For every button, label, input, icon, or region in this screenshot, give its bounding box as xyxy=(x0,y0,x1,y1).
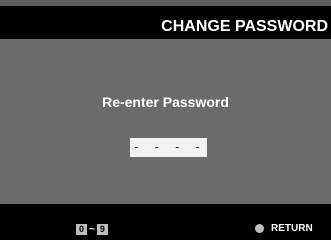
password-dialog: Re-enter Password - - - - xyxy=(0,39,331,204)
key-range-separator: ~ xyxy=(89,223,95,235)
page-title: CHANGE PASSWORD xyxy=(161,18,328,35)
return-label: RETURN xyxy=(271,223,313,234)
footer-bar: 0 ~ 9 RETURN xyxy=(0,204,331,240)
circle-button-icon xyxy=(255,224,264,233)
password-field[interactable]: - - - - xyxy=(130,138,207,157)
key-0-icon: 0 xyxy=(76,223,87,235)
change-password-screen: CHANGE PASSWORD Re-enter Password - - - … xyxy=(0,0,331,240)
password-prompt: Re-enter Password xyxy=(102,94,229,110)
key-9-icon: 9 xyxy=(96,223,108,235)
header-bar: CHANGE PASSWORD xyxy=(0,6,331,39)
number-keys-hint: 0 ~ 9 xyxy=(76,223,108,235)
return-button[interactable]: RETURN xyxy=(255,222,313,235)
